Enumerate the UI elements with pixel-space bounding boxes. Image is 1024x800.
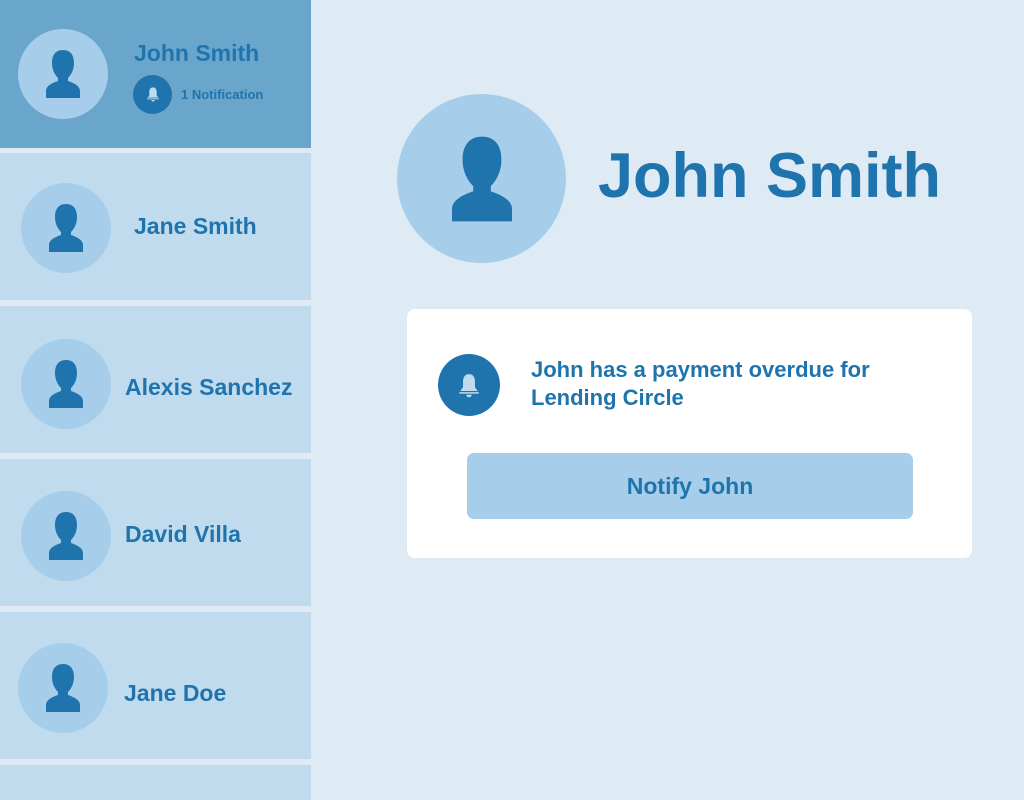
contact-avatar xyxy=(18,29,108,119)
person-silhouette-icon xyxy=(46,664,80,712)
contact-name: David Villa xyxy=(125,521,241,547)
contacts-sidebar: John Smith 1 Notification Jane Smith Ale… xyxy=(0,0,311,800)
notification-badge xyxy=(438,354,500,416)
person-silhouette-icon xyxy=(49,204,83,252)
bell-icon xyxy=(459,374,479,398)
contact-name: John Smith xyxy=(134,40,260,66)
person-silhouette-icon xyxy=(49,360,83,408)
contact-avatar xyxy=(18,643,108,733)
contact-item-jane-smith[interactable]: Jane Smith xyxy=(0,153,311,300)
contact-item-partial[interactable] xyxy=(0,765,311,800)
profile-name: John Smith xyxy=(598,141,941,211)
contact-item-david-villa[interactable]: David Villa xyxy=(0,459,311,606)
notification-indicator: 1 Notification xyxy=(133,74,263,114)
profile-avatar xyxy=(397,94,566,263)
notification-card: John has a payment overdue for Lending C… xyxy=(407,309,972,558)
contact-name: Alexis Sanchez xyxy=(125,374,293,400)
person-silhouette-icon xyxy=(451,136,512,221)
notification-count-label: 1 Notification xyxy=(181,86,264,102)
contact-avatar xyxy=(21,491,111,581)
contact-item-jane-doe[interactable]: Jane Doe xyxy=(0,612,311,759)
contact-item-john-smith[interactable]: John Smith 1 Notification xyxy=(0,0,311,148)
notification-message: John has a payment overdue for Lending C… xyxy=(531,357,870,410)
bell-icon xyxy=(146,87,159,102)
notification-badge xyxy=(133,74,172,114)
person-silhouette-icon xyxy=(46,50,80,98)
notify-button[interactable]: Notify John xyxy=(467,453,913,519)
contact-avatar xyxy=(21,183,111,273)
person-silhouette-icon xyxy=(49,512,83,560)
contact-name: Jane Smith xyxy=(134,213,257,239)
contact-name: Jane Doe xyxy=(124,680,227,706)
contact-avatar xyxy=(21,339,111,429)
contact-item-alexis-sanchez[interactable]: Alexis Sanchez xyxy=(0,306,311,453)
